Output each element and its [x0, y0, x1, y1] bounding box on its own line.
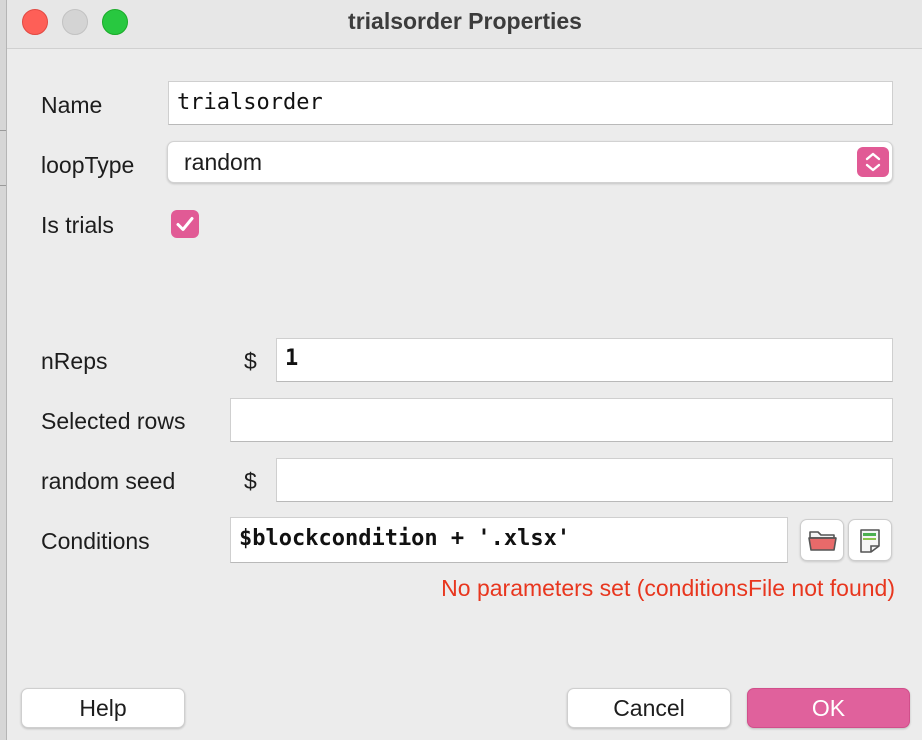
looptype-select[interactable]: random	[167, 141, 893, 183]
checkmark-icon	[176, 217, 194, 231]
looptype-value: random	[184, 149, 262, 175]
chevron-up-down-icon	[857, 147, 889, 177]
nreps-label: nReps	[41, 348, 108, 374]
is-trials-label: Is trials	[41, 212, 114, 238]
random-seed-code-prefix: $	[244, 468, 257, 494]
conditions-label: Conditions	[41, 528, 150, 554]
random-seed-field[interactable]	[276, 458, 893, 502]
conditions-field[interactable]: $blockcondition + '.xlsx'	[230, 517, 788, 563]
random-seed-label: random seed	[41, 468, 176, 494]
window-title: trialsorder Properties	[348, 8, 582, 34]
selected-rows-field[interactable]	[230, 398, 893, 442]
folder-open-icon	[808, 531, 837, 551]
name-field[interactable]: trialsorder	[168, 81, 893, 125]
edit-conditions-button[interactable]	[848, 519, 892, 561]
help-button[interactable]: Help	[21, 688, 185, 728]
nreps-code-prefix: $	[244, 348, 257, 374]
title-bar: trialsorder Properties	[7, 0, 922, 49]
conditions-warning-text: No parameters set (conditionsFile not fo…	[441, 575, 895, 601]
looptype-label: loopType	[41, 152, 135, 178]
properties-dialog: trialsorder Properties Name trialsorder …	[6, 0, 922, 740]
nreps-field[interactable]: 1	[276, 338, 893, 382]
selected-rows-label: Selected rows	[41, 408, 186, 434]
is-trials-checkbox[interactable]	[171, 210, 199, 238]
browse-conditions-button[interactable]	[800, 519, 844, 561]
spreadsheet-icon	[860, 529, 880, 553]
ok-button[interactable]: OK	[747, 688, 910, 728]
name-label: Name	[41, 92, 103, 118]
cancel-button[interactable]: Cancel	[567, 688, 731, 728]
